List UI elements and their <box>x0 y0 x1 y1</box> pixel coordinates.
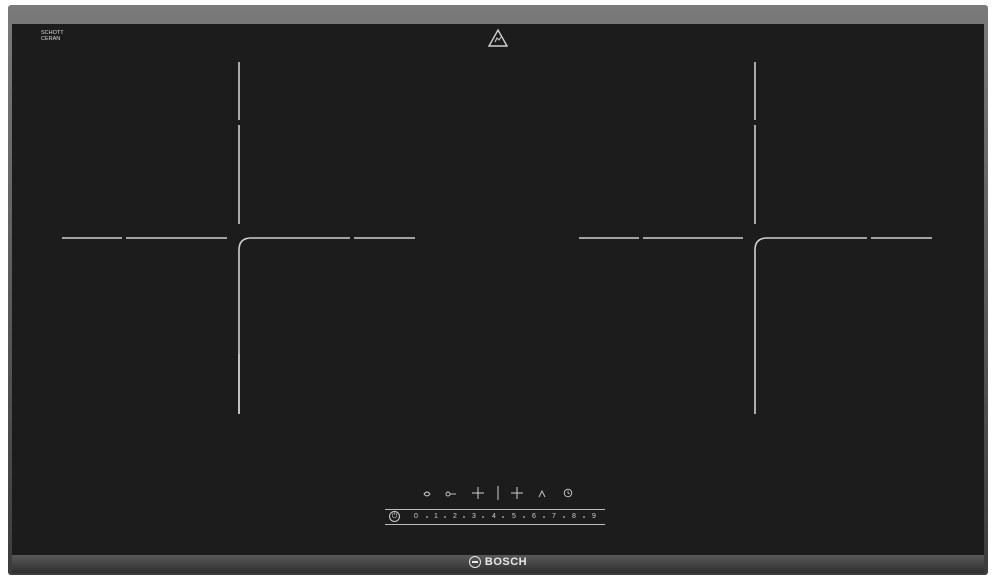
brand-name: BOSCH <box>484 556 528 568</box>
brand-label: BOSCH <box>12 556 984 568</box>
slider-dot <box>523 516 525 518</box>
key-lock-icon[interactable] <box>445 490 457 498</box>
power-level-4[interactable]: 4 <box>492 512 496 522</box>
power-level-3[interactable]: 3 <box>472 512 476 522</box>
cooking-zone-right[interactable] <box>579 62 932 414</box>
plus-right-icon[interactable] <box>510 486 524 500</box>
slider-dot <box>563 516 565 518</box>
bosch-logo-icon <box>468 556 481 568</box>
ceramic-glass-surface: SCHOTT CERAN ⏻ 0 1 2 3 4 5 6 7 8 9 <box>12 24 984 555</box>
cooking-zone-left[interactable] <box>62 62 415 414</box>
power-level-2[interactable]: 2 <box>453 512 457 522</box>
pan-icon[interactable] <box>422 489 432 499</box>
slider-dot <box>463 516 465 518</box>
slider-dot <box>444 516 446 518</box>
front-trim-bar: BOSCH <box>12 555 984 573</box>
power-level-8[interactable]: 8 <box>572 512 576 522</box>
slider-dot <box>426 516 428 518</box>
slider-dot <box>583 516 585 518</box>
power-level-7[interactable]: 7 <box>552 512 556 522</box>
cooking-zones <box>62 62 932 414</box>
divider <box>497 486 499 500</box>
power-button[interactable]: ⏻ <box>389 511 400 522</box>
power-level-1[interactable]: 1 <box>434 512 438 522</box>
power-level-5[interactable]: 5 <box>512 512 516 522</box>
power-level-0[interactable]: 0 <box>414 512 418 522</box>
plus-left-icon[interactable] <box>471 486 485 500</box>
power-level-6[interactable]: 6 <box>532 512 536 522</box>
power-level-slider[interactable]: ⏻ 0 1 2 3 4 5 6 7 8 9 <box>385 509 605 525</box>
touch-control-panel: ⏻ 0 1 2 3 4 5 6 7 8 9 <box>385 486 615 537</box>
slider-dot <box>543 516 545 518</box>
timer-icon[interactable] <box>563 488 573 498</box>
power-level-9[interactable]: 9 <box>592 512 596 522</box>
slider-dot <box>502 516 504 518</box>
zone-select-icon[interactable] <box>538 489 546 499</box>
slider-dot <box>482 516 484 518</box>
